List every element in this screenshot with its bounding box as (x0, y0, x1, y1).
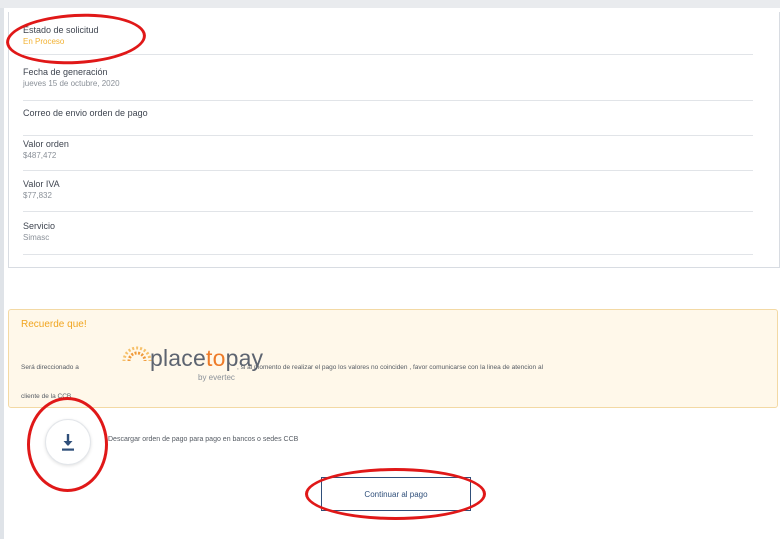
payment-order-page: Estado de solicitud En Proceso Fecha de … (0, 0, 780, 539)
notice-text-after: , si al momento de realizar el pago los … (237, 364, 544, 371)
detail-row-email: Correo de envio orden de pago (23, 107, 753, 136)
reminder-notice: Recuerde que! Será direccionado a placet… (8, 309, 778, 408)
detail-row-iva: Valor IVA $77,832 (23, 178, 753, 212)
detail-label: Servicio (23, 221, 56, 231)
left-strip (0, 8, 4, 539)
detail-row-order-value: Valor orden $487,472 (23, 138, 753, 171)
detail-row-service: Servicio Simasc (23, 220, 753, 255)
detail-value: Simasc (23, 233, 50, 242)
annotation-circle-download (27, 397, 108, 492)
detail-value: $487,472 (23, 151, 57, 160)
detail-label: Valor IVA (23, 179, 60, 189)
notice-text-before: Será direccionado a (21, 364, 79, 371)
logo-byline: by evertec (198, 373, 235, 382)
detail-value: jueves 15 de octubre, 2020 (23, 79, 120, 88)
detail-label: Correo de envio orden de pago (23, 108, 148, 118)
detail-value: $77,832 (23, 191, 52, 200)
detail-label: Valor orden (23, 139, 69, 149)
download-label[interactable]: Descargar orden de pago para pago en ban… (108, 436, 298, 443)
notice-title: Recuerde que! (21, 319, 87, 330)
annotation-circle-continue (305, 468, 486, 520)
top-strip (0, 0, 780, 8)
placetopay-mark-icon (122, 346, 152, 370)
detail-row-date: Fecha de generación jueves 15 de octubre… (23, 66, 753, 101)
detail-label: Fecha de generación (23, 67, 108, 77)
